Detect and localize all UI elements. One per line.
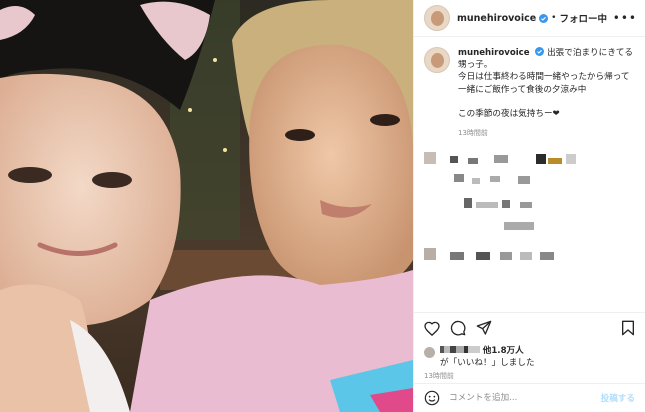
selfie-image	[0, 0, 413, 412]
post-timestamp[interactable]: 13時間前	[414, 371, 645, 383]
avatar[interactable]	[424, 5, 450, 31]
post-sidebar: munehirovoice • フォロー中 ••• munehirovoice	[413, 0, 645, 412]
avatar[interactable]	[424, 47, 450, 73]
caption-timestamp: 13時間前	[458, 129, 488, 138]
post-photo[interactable]	[0, 0, 413, 412]
caption-block: munehirovoice 出張で泊まりにきてる甥っ子。 今日は仕事終わる時間一…	[424, 47, 635, 120]
verified-badge-icon	[539, 13, 549, 23]
heart-icon[interactable]	[424, 321, 440, 336]
likes-text: 他1.8万人 が「いいね！」しました	[440, 345, 535, 369]
caption-line: この季節の夜は気持ちー❤︎	[458, 108, 560, 119]
verified-badge-icon	[535, 47, 545, 56]
likes-label: が「いいね！」しました	[440, 358, 535, 368]
blurred-username	[440, 346, 480, 353]
smiley-icon[interactable]	[424, 390, 440, 406]
pixelated-comments	[424, 152, 635, 272]
caption-line	[458, 96, 635, 108]
likes-summary: 他1.8万人 が「いいね！」しました	[414, 343, 645, 371]
caption-line: 今日は仕事終わる時間一緒やったから帰って一緒にご飯作って食後の夕涼み中	[458, 72, 630, 95]
post-actions-bar	[414, 312, 645, 343]
caption-username[interactable]: munehirovoice	[458, 48, 530, 58]
bookmark-icon[interactable]	[621, 320, 635, 336]
share-icon[interactable]	[476, 320, 492, 336]
header-separator: •	[551, 13, 557, 23]
comment-icon[interactable]	[450, 320, 466, 336]
post-body: munehirovoice 出張で泊まりにきてる甥っ子。 今日は仕事終わる時間一…	[414, 37, 645, 312]
header-username[interactable]: munehirovoice	[457, 13, 536, 24]
likes-count[interactable]: 他1.8万人	[483, 346, 524, 356]
caption-text: munehirovoice 出張で泊まりにきてる甥っ子。 今日は仕事終わる時間一…	[458, 47, 635, 120]
instagram-post-view: munehirovoice • フォロー中 ••• munehirovoice	[0, 0, 645, 412]
avatar[interactable]	[424, 347, 435, 358]
post-comment-button[interactable]: 投稿する	[601, 392, 635, 404]
comment-input[interactable]	[447, 392, 601, 404]
following-button[interactable]: フォロー中	[559, 11, 607, 25]
post-header: munehirovoice • フォロー中 •••	[414, 0, 645, 37]
more-horizontal-icon[interactable]: •••	[613, 11, 637, 25]
comment-bar: 投稿する	[414, 383, 645, 412]
